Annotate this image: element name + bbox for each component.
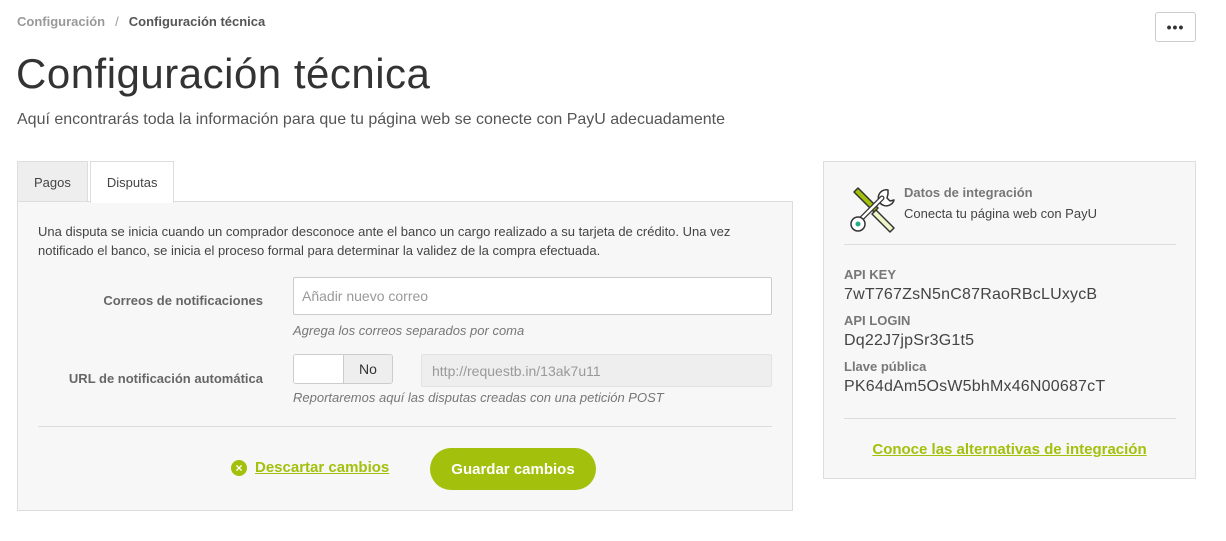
emails-help-text: Agrega los correos separados por coma xyxy=(293,323,525,338)
api-login-label: API LOGIN xyxy=(844,313,911,328)
tab-disputas[interactable]: Disputas xyxy=(89,161,175,203)
integration-alternatives-link[interactable]: Conoce las alternativas de integración xyxy=(824,441,1195,458)
url-help-text: Reportaremos aquí las disputas creadas c… xyxy=(293,390,664,405)
breadcrumb-current: Configuración técnica xyxy=(128,14,266,29)
api-key-label: API KEY xyxy=(844,267,897,282)
integration-title: Datos de integración xyxy=(904,185,1033,200)
integration-divider-top xyxy=(844,244,1176,245)
breadcrumb: Configuración / Configuración técnica xyxy=(17,14,265,29)
notification-url-label: URL de notificación automática xyxy=(68,371,263,386)
breadcrumb-separator: / xyxy=(115,14,119,29)
tab-pagos[interactable]: Pagos xyxy=(17,161,88,202)
disputes-description: Una disputa se inicia cuando un comprado… xyxy=(38,224,731,258)
tab-bar: Pagos Disputas xyxy=(17,161,175,203)
integration-data-card: Datos de integración Conecta tu página w… xyxy=(823,161,1196,479)
page-subtitle: Aquí encontrarás toda la información par… xyxy=(17,111,726,128)
api-login-value: Dq22J7jpSr3G1t5 xyxy=(844,332,975,349)
emails-label: Correos de notificaciones xyxy=(103,293,263,308)
api-key-value: 7wT767ZsN5nC87RaoRBcLUxycB xyxy=(844,286,1098,303)
page-title: Configuración técnica xyxy=(16,50,431,97)
notification-emails-input[interactable] xyxy=(293,277,772,315)
notification-url-input xyxy=(421,354,772,387)
integration-subtitle: Conecta tu página web con PayU xyxy=(904,206,1097,221)
close-circle-icon: × xyxy=(231,459,247,476)
disputes-panel: Una disputa se inicia cuando un comprado… xyxy=(17,201,793,511)
toggle-state-label: No xyxy=(342,355,392,383)
public-key-value: PK64dAm5OsW5bhMx46N00687cT xyxy=(844,378,1106,395)
discard-changes-link[interactable]: × Descartar cambios xyxy=(231,459,389,476)
toggle-knob xyxy=(294,355,343,383)
notification-url-toggle[interactable]: No xyxy=(293,354,393,384)
discard-changes-label: Descartar cambios xyxy=(255,459,390,476)
form-divider xyxy=(38,426,772,427)
more-options-button[interactable]: ••• xyxy=(1155,12,1196,42)
integration-divider-bottom xyxy=(844,418,1176,419)
public-key-label: Llave pública xyxy=(844,359,927,374)
tools-icon xyxy=(850,187,895,233)
save-changes-button[interactable]: Guardar cambios xyxy=(430,448,596,490)
breadcrumb-configuracion[interactable]: Configuración xyxy=(17,14,105,29)
